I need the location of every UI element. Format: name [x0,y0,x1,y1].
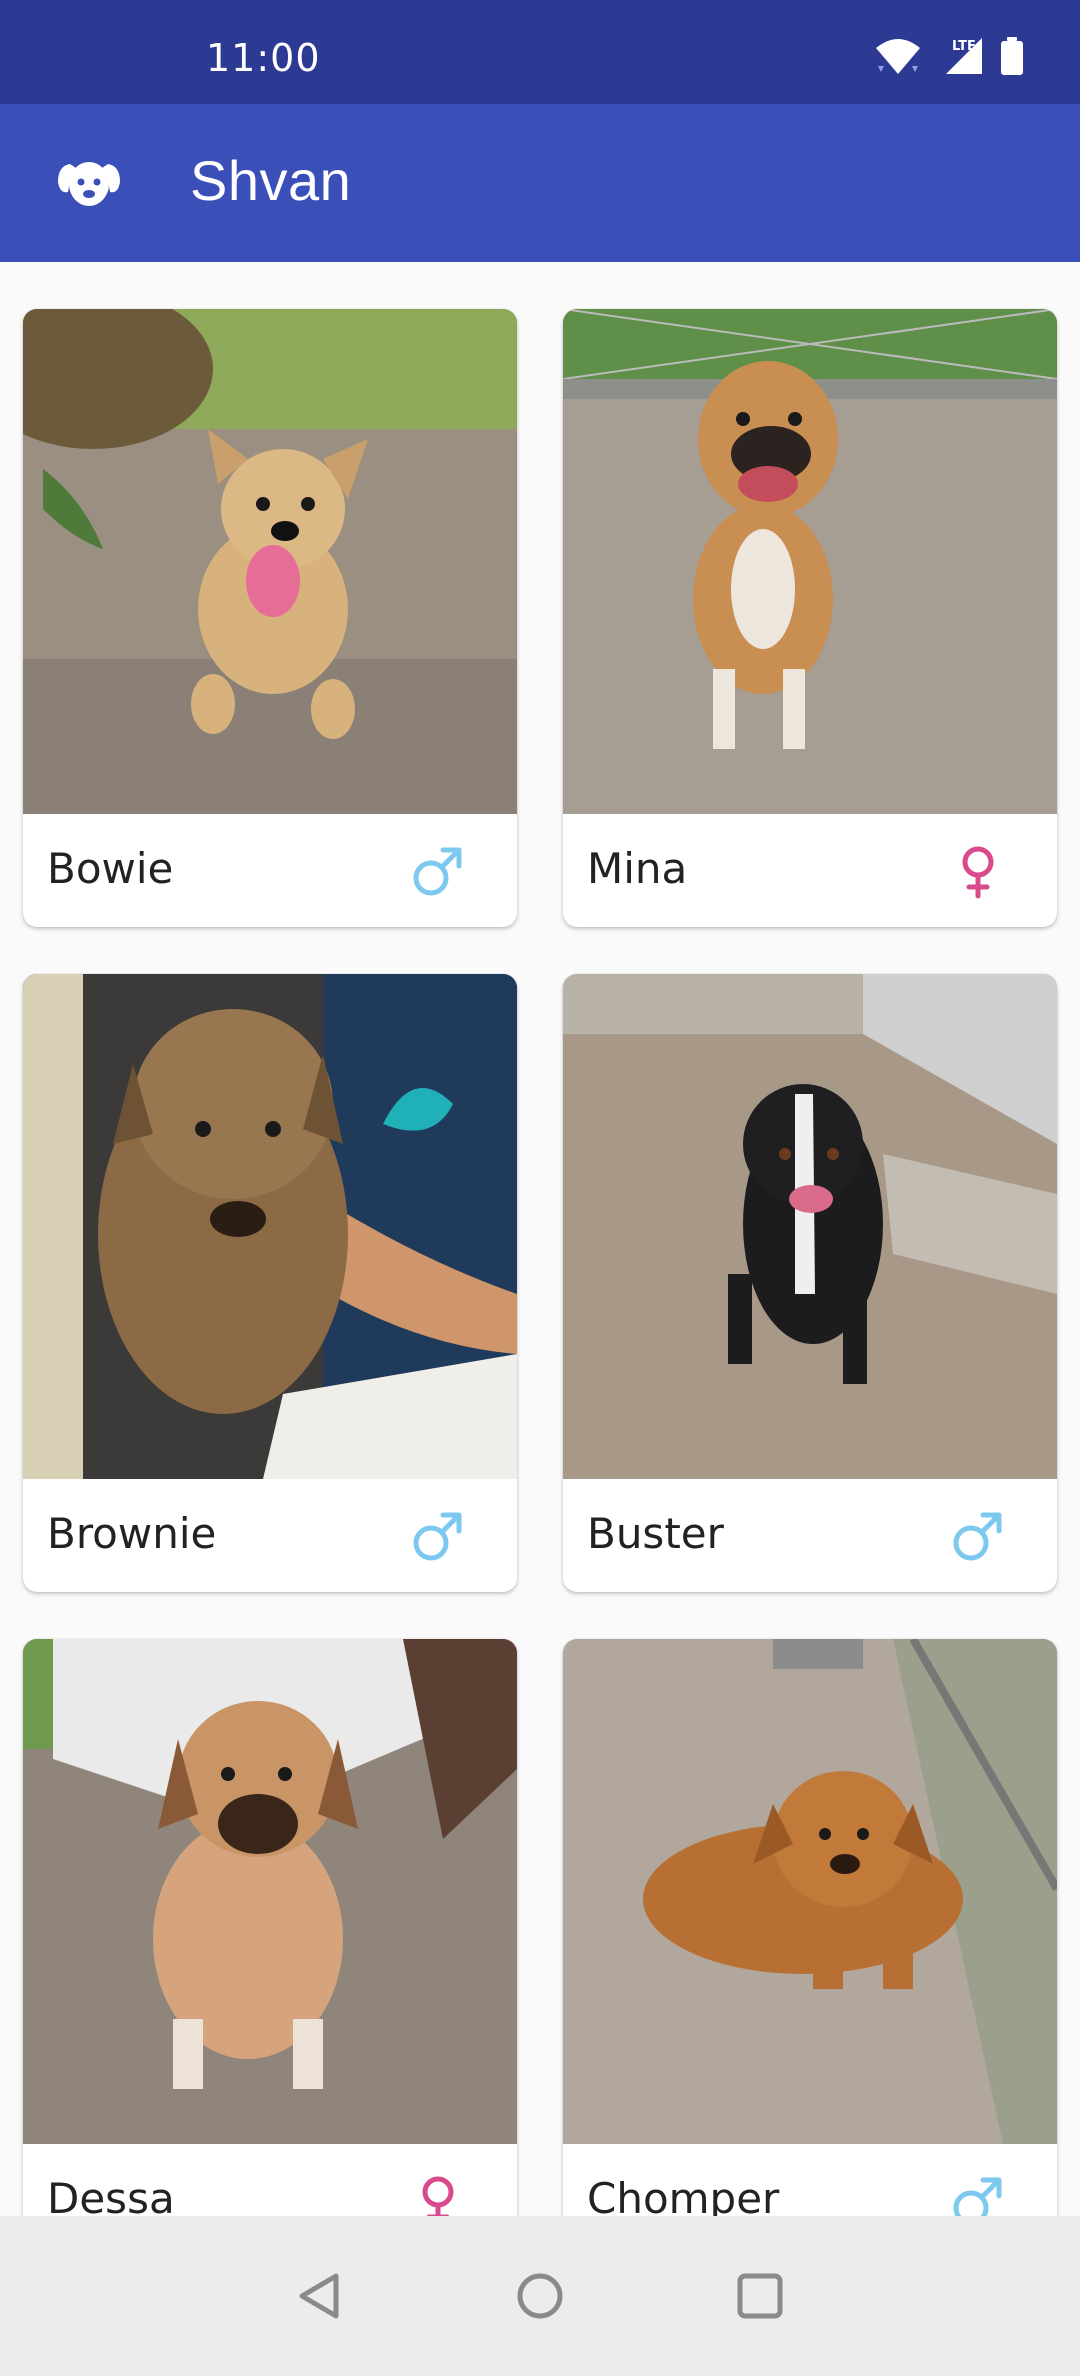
pet-name: Bowie [47,844,174,893]
card-footer: Mina [563,814,1057,927]
female-icon [422,2176,454,2216]
male-icon [953,1512,1002,1561]
home-circle-icon[interactable] [512,2268,568,2324]
pet-name: Dessa [47,2174,175,2216]
pet-card[interactable]: Buster [563,974,1057,1592]
app-bar: Shvan [0,104,1080,262]
back-triangle-icon[interactable] [292,2268,348,2324]
pet-card[interactable]: Dessa [23,1639,517,2216]
pet-card[interactable]: Brownie [23,974,517,1592]
lte-signal-icon: LTE [946,38,982,74]
card-footer: Chomper [563,2144,1057,2216]
pet-photo [563,309,1057,814]
svg-text:LTE: LTE [952,39,976,54]
pet-photo [23,974,517,1479]
card-footer: Brownie [23,1479,517,1592]
pet-grid[interactable]: Bowie Mina Brownie Buster Dessa Chomper [0,262,1080,2216]
pet-card[interactable]: Chomper [563,1639,1057,2216]
pet-photo [23,309,517,814]
wifi-icon [876,39,920,74]
battery-icon [1001,37,1023,75]
dog-face-icon [58,162,120,206]
status-time: 11:00 [206,36,321,80]
pet-photo [563,974,1057,1479]
card-footer: Bowie [23,814,517,927]
recents-square-icon[interactable] [732,2268,788,2324]
female-icon [962,846,994,899]
male-icon [413,1512,462,1561]
pet-card[interactable]: Mina [563,309,1057,927]
status-icons: LTE [874,34,1024,78]
pet-name: Brownie [47,1509,217,1558]
pet-name: Buster [587,1509,724,1558]
card-footer: Buster [563,1479,1057,1592]
male-icon [953,2177,1002,2216]
pet-name: Chomper [587,2174,780,2216]
pet-name: Mina [587,844,688,893]
male-icon [413,847,462,896]
status-bar: 11:00 LTE [0,0,1080,104]
system-nav-bar [0,2216,1080,2376]
pet-photo [563,1639,1057,2144]
app-title: Shvan [190,149,352,212]
pet-photo [23,1639,517,2144]
card-footer: Dessa [23,2144,517,2216]
pet-card[interactable]: Bowie [23,309,517,927]
